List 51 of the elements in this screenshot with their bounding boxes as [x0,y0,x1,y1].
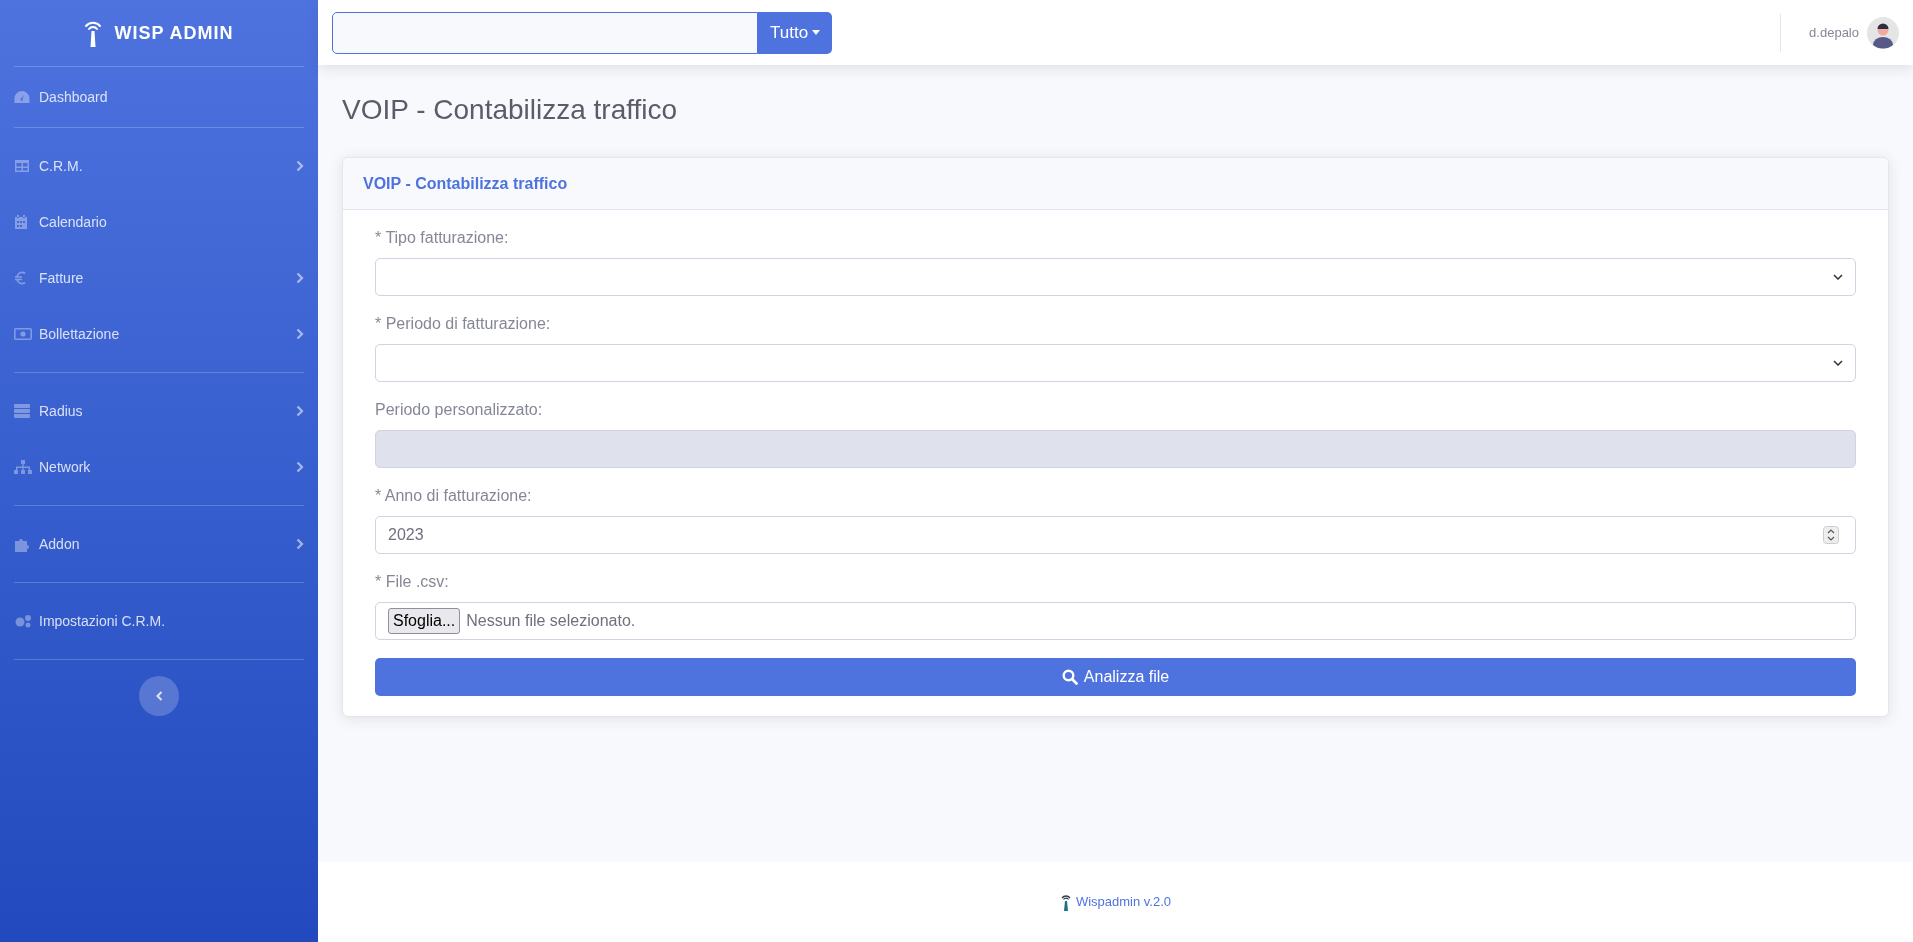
field-label: Periodo personalizzato: [375,400,544,420]
chevron-left-icon [155,691,163,701]
sitemap-icon [14,460,32,474]
gauge-icon [14,90,30,104]
avatar-icon[interactable] [1867,16,1899,49]
server-icon [14,404,30,418]
chevron-right-icon [296,405,304,417]
chevron-right-icon [296,461,304,473]
file-status-text: Nessun file selezionato. [466,611,636,631]
sidebar-item[interactable]: Addon [14,516,304,572]
sidebar-item[interactable]: Impostazioni C.R.M. [14,593,304,649]
spinner-arrows-icon [1823,526,1839,544]
caret-down-icon [812,30,821,35]
user-name[interactable]: d.depalo [1809,22,1859,43]
chevron-right-icon [296,538,304,550]
collapse-sidebar-button[interactable] [139,676,179,716]
sidebar-item[interactable]: Fatture [14,250,304,306]
banknote-icon [14,328,32,340]
calendar-icon [14,214,28,230]
field-label: * Anno di fatturazione: [375,486,533,506]
analyze-file-button[interactable]: Analizza file [375,658,1856,696]
field-label: * Periodo di fatturazione: [375,314,552,334]
chevron-down-icon [1833,274,1843,280]
file-field[interactable]: Sfoglia... Nessun file selezionato. [375,602,1856,640]
antenna-icon [1059,893,1072,911]
version-text[interactable]: Wispadmin v.2.0 [1075,892,1172,912]
table-icon [14,159,30,173]
sidebar-item[interactable]: Bollettazione [14,306,304,362]
select-field[interactable] [375,344,1856,382]
year-field[interactable]: 2023 [375,516,1856,554]
page-title: VOIP - Contabilizza traffico [342,93,679,127]
sidebar-item[interactable]: Radius [14,383,304,439]
search-icon [1061,669,1078,685]
search-scope-button[interactable]: Tutto [758,11,833,54]
sidebar-item[interactable]: Calendario [14,194,304,250]
chevron-right-icon [296,328,304,340]
field-label: * Tipo fatturazione: [375,228,510,248]
puzzle-icon [14,536,30,552]
card-title: VOIP - Contabilizza traffico [363,173,568,194]
field-label: * File .csv: [375,572,450,592]
brand-name[interactable]: WISP ADMIN [114,19,234,47]
chevron-right-icon [296,160,304,172]
euro-icon [14,271,26,285]
sidebar-item[interactable]: Dashboard [14,69,304,125]
sidebar-item[interactable]: C.R.M. [14,138,304,194]
sidebar-item[interactable]: Network [14,439,304,495]
select-field[interactable] [375,258,1856,296]
chevron-right-icon [296,272,304,284]
chevron-down-icon [1833,360,1843,366]
search-field[interactable] [332,11,758,54]
browse-button[interactable]: Sfoglia... [388,608,461,634]
